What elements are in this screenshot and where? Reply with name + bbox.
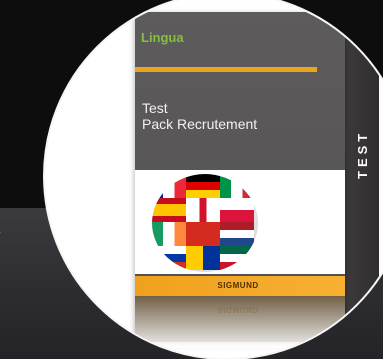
flag-ch-icon (186, 222, 220, 246)
footer-label: SIGMUND (217, 281, 259, 290)
flag-it-icon (220, 174, 254, 198)
product-title-line-2: Pack Recrutement (142, 116, 258, 132)
product-promo-scene: s Lingua Test Pack Recrutement SIGMUND S… (0, 0, 383, 359)
flag-se-icon (186, 246, 220, 270)
flag-de-icon (186, 174, 220, 198)
accent-line (135, 67, 317, 72)
flag-globe-icon (152, 174, 258, 272)
left-text-fragment: s (0, 214, 28, 244)
flag-es-icon (152, 198, 186, 222)
flag-uk-icon (186, 198, 220, 222)
reflection-label: SIGMUND (217, 305, 259, 314)
flag-nl-icon (220, 222, 254, 246)
brand-logo: Lingua (141, 30, 184, 45)
side-label: TEST (355, 129, 370, 179)
flag-mx-icon (220, 246, 254, 270)
flag-ie-icon (152, 222, 186, 246)
flag-pl-icon (220, 198, 254, 222)
flag-fr-icon (152, 174, 186, 198)
flag-ru-icon (152, 246, 186, 270)
